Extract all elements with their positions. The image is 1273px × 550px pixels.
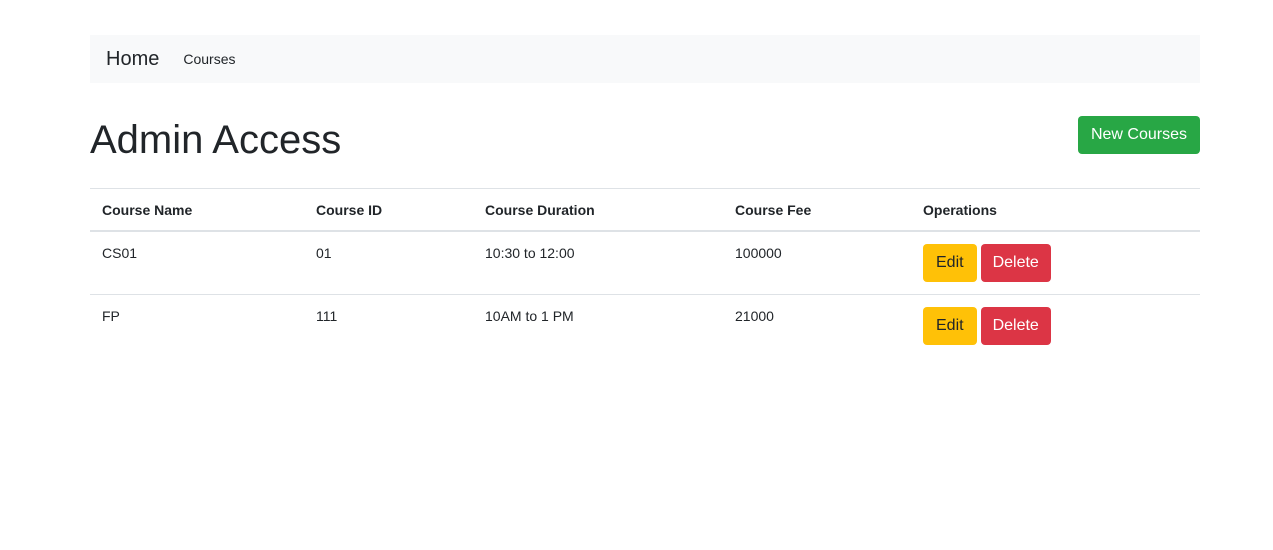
cell-course-id: 01 (304, 231, 473, 295)
new-courses-button[interactable]: New Courses (1077, 116, 1200, 154)
table-row: FP 111 10AM to 1 PM 21000 Edit Delete (90, 295, 1200, 358)
delete-button[interactable]: Delete (980, 244, 1051, 282)
cell-course-id: 111 (316, 308, 338, 324)
cell-course-fee: 100000 (723, 231, 911, 295)
cell-operations: Edit Delete (911, 231, 1200, 295)
header-course-id: Course ID (304, 188, 473, 232)
page-title: Admin Access (90, 118, 342, 162)
cell-course-duration: 10:30 to 12:00 (473, 231, 723, 295)
cell-operations: Edit Delete (911, 295, 1200, 358)
delete-button[interactable]: Delete (980, 307, 1051, 345)
edit-button[interactable]: Edit (923, 244, 977, 282)
page-container: Home Courses Admin Access New Courses Co… (90, 0, 1200, 357)
nav-home-link[interactable]: Home (106, 48, 159, 71)
cell-course-name: FP (102, 308, 120, 324)
navbar: Home Courses (90, 35, 1200, 83)
courses-table: Course Name Course ID Course Duration Co… (90, 188, 1200, 357)
header-course-duration: Course Duration (473, 188, 723, 232)
cell-course-name: CS01 (90, 231, 304, 295)
header-course-fee: Course Fee (723, 188, 911, 232)
edit-button[interactable]: Edit (923, 307, 977, 345)
table-row: CS01 01 10:30 to 12:00 100000 Edit Delete (90, 231, 1200, 295)
cell-course-fee: 21000 (735, 308, 774, 324)
nav-courses-link[interactable]: Courses (183, 51, 235, 67)
cell-course-duration: 10AM to 1 PM (485, 308, 574, 324)
page-header: Admin Access New Courses (90, 83, 1200, 188)
table-header-row: Course Name Course ID Course Duration Co… (90, 188, 1200, 232)
header-operations: Operations (911, 188, 1200, 232)
header-course-name: Course Name (90, 188, 304, 232)
